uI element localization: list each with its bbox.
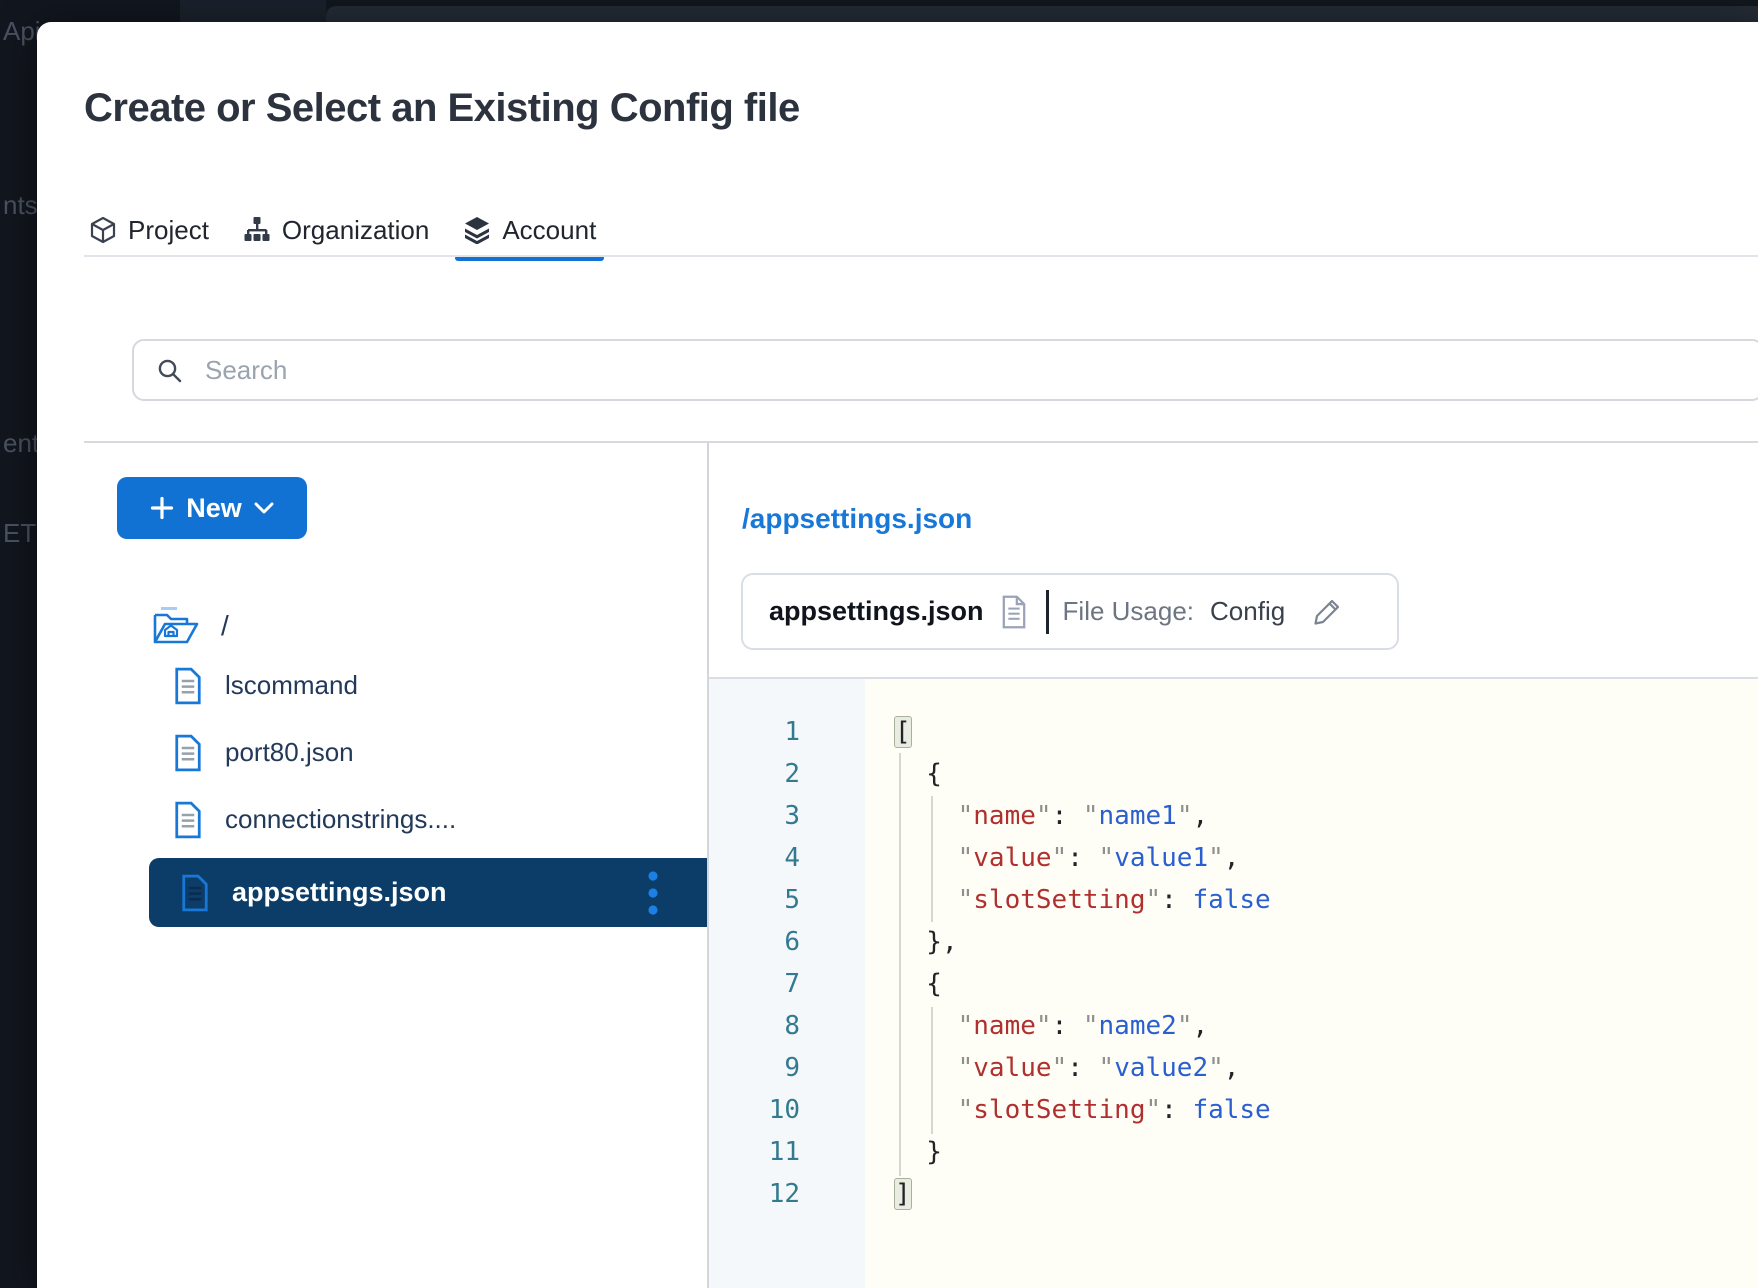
line-number: 12 — [709, 1173, 800, 1215]
kebab-menu-icon — [647, 870, 659, 916]
chip-filename: appsettings.json — [769, 596, 984, 627]
open-folder-home-icon — [153, 606, 199, 646]
tree-item[interactable]: lscommand — [149, 652, 707, 719]
new-button[interactable]: New — [117, 477, 307, 539]
tab-organization[interactable]: Organization — [235, 203, 437, 257]
file-icon — [180, 874, 210, 912]
file-name: lscommand — [225, 670, 358, 701]
tab-label: Organization — [282, 215, 429, 246]
file-path-title: /appsettings.json — [742, 503, 972, 535]
background-text-fragment: Api — [3, 16, 41, 47]
tab-label: Project — [128, 215, 209, 246]
scope-tabs: Project Organization Account — [81, 203, 604, 257]
chip-separator — [1046, 590, 1049, 634]
code-line: "value": "value2", — [895, 1047, 1758, 1089]
editor-content: [ { "name": "name1", "value": "value1", … — [865, 679, 1758, 1288]
line-number: 6 — [709, 921, 800, 963]
line-number: 10 — [709, 1089, 800, 1131]
code-line: } — [895, 1131, 1758, 1173]
line-number: 3 — [709, 795, 800, 837]
code-line: "value": "value1", — [895, 837, 1758, 879]
line-number: 7 — [709, 963, 800, 1005]
file-name: appsettings.json — [232, 877, 447, 908]
indent-guide — [931, 796, 933, 922]
code-line: }, — [895, 921, 1758, 963]
tabs-bottom-border — [84, 255, 1758, 257]
file-name: port80.json — [225, 737, 354, 768]
background-text-fragment: ET — [3, 518, 36, 549]
line-number: 11 — [709, 1131, 800, 1173]
sitemap-icon — [243, 216, 271, 244]
search-icon — [156, 357, 183, 384]
dialog-title: Create or Select an Existing Config file — [84, 86, 800, 131]
tab-account[interactable]: Account — [455, 203, 604, 257]
search-input[interactable] — [203, 354, 1758, 387]
line-number: 8 — [709, 1005, 800, 1047]
line-number: 9 — [709, 1047, 800, 1089]
file-usage-chip: appsettings.json File Usage: Config — [741, 573, 1399, 650]
file-icon — [173, 667, 203, 705]
code-line: { — [895, 963, 1758, 1005]
code-line: [ — [895, 711, 1758, 753]
tree-item-selected[interactable]: appsettings.json — [149, 858, 707, 927]
pencil-icon — [1311, 596, 1343, 628]
screen: ApintsentsET Create or Select an Existin… — [0, 0, 1758, 1288]
tab-project[interactable]: Project — [81, 203, 217, 257]
code-line: "slotSetting": false — [895, 1089, 1758, 1131]
chevron-down-icon — [254, 502, 274, 514]
edit-usage-button[interactable] — [1311, 596, 1343, 628]
editor-gutter: 123456789101112 — [709, 679, 865, 1288]
background-panel — [326, 6, 1758, 22]
tree-root-folder[interactable]: / — [149, 600, 707, 652]
code-line: "name": "name2", — [895, 1005, 1758, 1047]
line-number: 2 — [709, 753, 800, 795]
file-name: connectionstrings.... — [225, 804, 456, 835]
plus-icon — [150, 496, 174, 520]
code-editor[interactable]: 123456789101112 [ { "name": "name1", "va… — [709, 679, 1758, 1288]
tree-item[interactable]: connectionstrings.... — [149, 786, 707, 853]
background-text-fragment: nts — [3, 190, 38, 221]
code-line: { — [895, 753, 1758, 795]
code-line: ] — [895, 1173, 1758, 1215]
cube-icon — [89, 216, 117, 244]
root-folder-label: / — [221, 610, 229, 642]
item-menu-button[interactable] — [647, 870, 659, 916]
line-number: 1 — [709, 711, 800, 753]
line-number: 5 — [709, 879, 800, 921]
indent-guide — [899, 753, 901, 1176]
document-icon — [1000, 595, 1028, 629]
file-usage-label: File Usage: — [1063, 596, 1195, 627]
file-usage-value: Config — [1210, 596, 1285, 627]
search-bar — [132, 339, 1758, 401]
indent-guide — [931, 1007, 933, 1134]
line-number: 4 — [709, 837, 800, 879]
file-icon — [173, 801, 203, 839]
code-line: "name": "name1", — [895, 795, 1758, 837]
tree-item[interactable]: port80.json — [149, 719, 707, 786]
search-divider — [84, 441, 1758, 443]
layers-icon — [463, 216, 491, 244]
background-panel-tab — [180, 0, 326, 22]
config-file-dialog: Create or Select an Existing Config file… — [37, 22, 1758, 1288]
tab-label: Account — [502, 215, 596, 246]
code-line: "slotSetting": false — [895, 879, 1758, 921]
file-tree: / lscommand port80.json connectionstring… — [149, 600, 707, 927]
file-icon — [173, 734, 203, 772]
new-button-label: New — [186, 493, 242, 524]
